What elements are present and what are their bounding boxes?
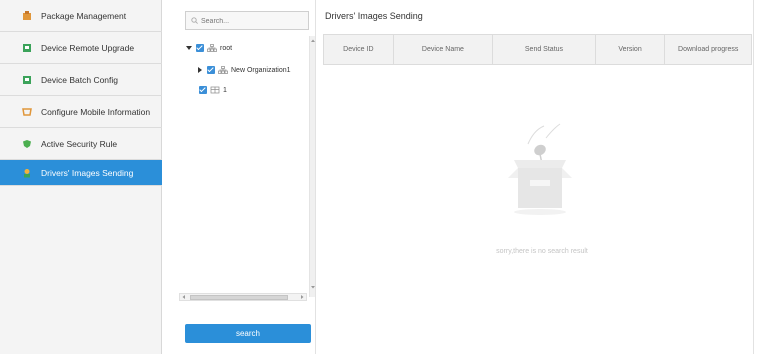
tree-horizontal-scrollbar[interactable] xyxy=(179,293,307,301)
organization-tree-panel: root New Organization1 1 search xyxy=(177,0,316,354)
scroll-down-icon[interactable] xyxy=(310,284,316,290)
empty-result-message: sorry,there is no search result xyxy=(496,248,588,255)
tree-node-label: 1 xyxy=(223,86,227,94)
tree-node-new-organization[interactable]: New Organization1 xyxy=(196,64,291,76)
sidebar-item-device-remote-upgrade[interactable]: Device Remote Upgrade xyxy=(0,32,162,64)
sidebar-item-label: Configure Mobile Information xyxy=(41,107,151,117)
vehicle-group-icon xyxy=(210,86,220,94)
batch-config-icon xyxy=(23,76,31,84)
divider xyxy=(753,0,754,354)
sidebar-item-label: Package Management xyxy=(41,11,127,21)
sidebar-item-label: Active Security Rule xyxy=(41,139,118,149)
scrollbar-thumb[interactable] xyxy=(190,295,288,300)
tree-node-1[interactable]: 1 xyxy=(196,84,227,96)
sidebar-item-active-security-rule[interactable]: Active Security Rule xyxy=(0,128,162,160)
main-content: Drivers' Images Sending Device ID Device… xyxy=(317,0,759,354)
organization-icon xyxy=(218,66,228,74)
scroll-left-icon[interactable] xyxy=(181,294,187,300)
tree-search-box[interactable] xyxy=(185,11,309,30)
page-title: Drivers' Images Sending xyxy=(325,11,423,21)
expand-caret-right-icon[interactable] xyxy=(196,66,204,74)
tree-node-checkbox[interactable] xyxy=(199,86,207,94)
security-rule-icon xyxy=(23,140,31,148)
column-header-download-progress[interactable]: Download progress xyxy=(665,35,751,64)
package-icon xyxy=(23,11,31,20)
tree-node-label: New Organization1 xyxy=(231,66,291,74)
sidebar-item-package-management[interactable]: Package Management xyxy=(0,0,162,32)
expand-caret-down-icon[interactable] xyxy=(185,44,193,52)
table-header: Device ID Device Name Send Status Versio… xyxy=(323,34,752,65)
driver-image-icon xyxy=(24,169,30,178)
sidebar-item-configure-mobile-information[interactable]: Configure Mobile Information xyxy=(0,96,162,128)
scroll-up-icon[interactable] xyxy=(310,38,316,44)
search-icon xyxy=(191,17,198,24)
tree-node-label: root xyxy=(220,44,233,52)
column-header-send-status[interactable]: Send Status xyxy=(493,35,596,64)
column-header-device-name[interactable]: Device Name xyxy=(394,35,494,64)
tree-node-root[interactable]: root xyxy=(185,42,232,54)
tree-search-input[interactable] xyxy=(201,14,306,28)
sidebar-item-label: Device Batch Config xyxy=(41,75,119,85)
sidebar-item-label: Device Remote Upgrade xyxy=(41,43,135,53)
tree-node-checkbox[interactable] xyxy=(196,44,204,52)
tree-vertical-scrollbar[interactable] xyxy=(309,36,315,297)
scroll-right-icon[interactable] xyxy=(299,294,305,300)
upgrade-icon xyxy=(23,44,31,52)
mobile-info-icon xyxy=(22,108,32,116)
sidebar-item-drivers-images-sending[interactable]: Drivers' Images Sending xyxy=(0,160,162,186)
empty-box-illustration xyxy=(508,123,572,215)
organization-icon xyxy=(207,44,217,52)
sidebar-item-label: Drivers' Images Sending xyxy=(41,168,134,178)
sidebar: Package Management Device Remote Upgrade… xyxy=(0,0,162,354)
search-button[interactable]: search xyxy=(185,324,311,343)
tree-node-checkbox[interactable] xyxy=(207,66,215,74)
sidebar-item-device-batch-config[interactable]: Device Batch Config xyxy=(0,64,162,96)
column-header-device-id[interactable]: Device ID xyxy=(324,35,394,64)
column-header-version[interactable]: Version xyxy=(596,35,666,64)
